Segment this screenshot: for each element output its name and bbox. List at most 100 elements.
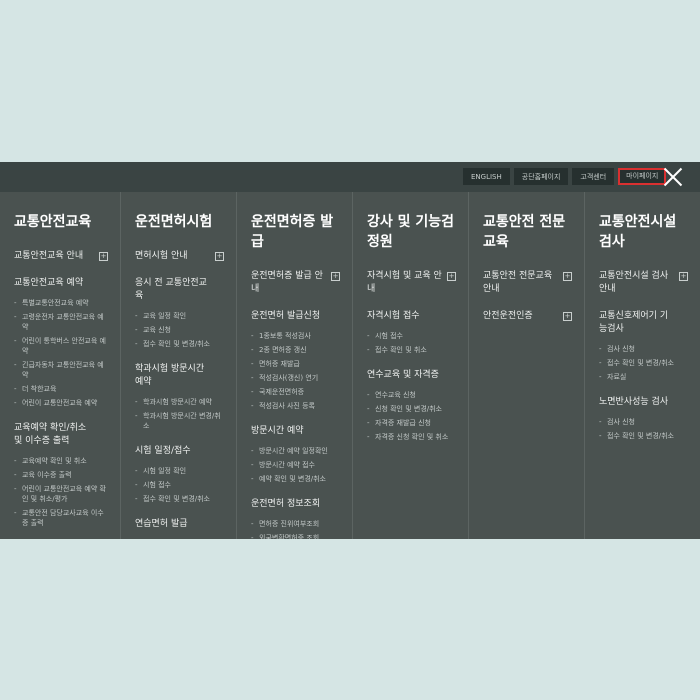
menu-section[interactable]: 자격시험 및 교육 안내 +: [367, 270, 458, 296]
menu-item[interactable]: 자격증 재발급 신청: [367, 418, 458, 428]
menu-item-list: 교육예약 확인 및 취소교육 이수증 출력어린이 교통안전교육 예약 확인 및 …: [14, 456, 110, 528]
menu-section[interactable]: 안전운전인증 +: [483, 310, 574, 323]
menu-section[interactable]: 운전면허 정보조회: [251, 498, 342, 511]
menu-item[interactable]: 접수 확인 및 변경/취소: [599, 358, 690, 368]
homepage-button[interactable]: 공단홈페이지: [513, 168, 569, 185]
menu-column-3: 운전면허증 발급운전면허증 발급 안내 + 운전면허 발급신청 1종보통 적성검사 2종…: [236, 192, 352, 539]
menu-section[interactable]: 학과시험 방문시간 예약: [135, 363, 226, 389]
column-title[interactable]: 교통안전교육: [14, 212, 110, 232]
menu-item[interactable]: 긴급자동차 교통안전교육 예약: [14, 360, 110, 380]
menu-section[interactable]: 연습면허 발급: [135, 518, 226, 531]
menu-column-5: 교통안전 전문교육교통안전 전문교육 안내 + 안전운전인증 +: [468, 192, 584, 539]
menu-item-list: 연수교육 신청신청 확인 및 변경/취소자격증 재발급 신청자격증 신청 확인 …: [367, 390, 458, 442]
close-icon[interactable]: [663, 167, 683, 187]
column-title[interactable]: 운전면허시험: [135, 212, 226, 232]
menu-section[interactable]: 노면반사성능 검사: [599, 396, 690, 409]
menu-item[interactable]: 시험 일정 확인: [135, 466, 226, 476]
menu-section-label: 면허시험 안내: [135, 251, 188, 261]
plus-icon[interactable]: +: [563, 272, 572, 281]
menu-item-list: 검사 신청접수 확인 및 변경/취소: [599, 417, 690, 441]
menu-section[interactable]: 교육예약 확인/취소 및 이수증 출력: [14, 422, 110, 448]
plus-icon[interactable]: +: [215, 252, 224, 261]
menu-section-label: 연습면허 발급: [135, 519, 188, 529]
menu-section-label: 교통안전 전문교육 안내: [483, 271, 553, 294]
menu-section-label: 시험 일정/접수: [135, 446, 191, 456]
menu-section-label: 자격시험 및 교육 안내: [367, 271, 442, 294]
menu-item[interactable]: 더 착한교육: [14, 384, 110, 394]
menu-item[interactable]: 고령운전자 교통안전교육 예약: [14, 312, 110, 332]
menu-section[interactable]: 연수교육 및 자격증: [367, 369, 458, 382]
menu-item-list: 시험 일정 확인시험 접수접수 확인 및 변경/취소: [135, 466, 226, 504]
menu-section-label: 운전면허 정보조회: [251, 499, 321, 509]
menu-item[interactable]: 예약 확인 및 변경/취소: [251, 474, 342, 484]
mypage-button[interactable]: 마이페이지: [618, 168, 667, 185]
menu-item[interactable]: 어린이 교통안전교육 예약 확인 및 취소/평가: [14, 484, 110, 504]
menu-section[interactable]: 교통안전 전문교육 안내 +: [483, 270, 574, 296]
menu-item[interactable]: 1종보통 적성검사: [251, 331, 342, 341]
menu-section-label: 교통신호제어기 기능검사: [599, 311, 669, 334]
menu-section-label: 운전면허증 발급 안내: [251, 271, 323, 294]
menu-item[interactable]: 교육 이수증 출력: [14, 470, 110, 480]
menu-item[interactable]: 교육 일정 확인: [135, 311, 226, 321]
menu-item-list: 시험 접수접수 확인 및 취소: [367, 331, 458, 355]
english-button[interactable]: ENGLISH: [463, 168, 510, 185]
plus-icon[interactable]: +: [447, 272, 456, 281]
column-title[interactable]: 강사 및 기능검정원: [367, 212, 458, 252]
menu-item[interactable]: 교육예약 확인 및 취소: [14, 456, 110, 466]
menu-section[interactable]: 교통안전시설 검사 안내 +: [599, 270, 690, 296]
menu-section-label: 교통안전교육 예약: [14, 278, 84, 288]
plus-icon[interactable]: +: [331, 272, 340, 281]
menu-section-label: 교통안전시설 검사 안내: [599, 271, 669, 294]
menu-item[interactable]: 어린이 통학버스 안전교육 예약: [14, 336, 110, 356]
menu-item[interactable]: 연수교육 신청: [367, 390, 458, 400]
menu-item[interactable]: 시험 접수: [135, 480, 226, 490]
menu-item[interactable]: 적성검사(갱신) 연기: [251, 373, 342, 383]
menu-section[interactable]: 방문시간 예약: [251, 425, 342, 438]
menu-section[interactable]: 운전면허증 발급 안내 +: [251, 270, 342, 296]
menu-column-4: 강사 및 기능검정원자격시험 및 교육 안내 + 자격시험 접수시험 접수접수 확인…: [352, 192, 468, 539]
menu-section-label: 노면반사성능 검사: [599, 397, 669, 407]
menu-item[interactable]: 2종 면허증 갱신: [251, 345, 342, 355]
menu-item[interactable]: 검사 신청: [599, 344, 690, 354]
plus-icon[interactable]: +: [563, 312, 572, 321]
column-title[interactable]: 운전면허증 발급: [251, 212, 342, 252]
menu-item-list: 면허증 진위여부조회외국변환면허증 조회: [251, 519, 342, 539]
menu-item[interactable]: 교육 신청: [135, 325, 226, 335]
menu-item[interactable]: 시험 접수: [367, 331, 458, 341]
menu-item[interactable]: 어린이 교통안전교육 예약: [14, 398, 110, 408]
menu-section[interactable]: 시험 일정/접수: [135, 445, 226, 458]
menu-item[interactable]: 학과시험 방문시간 변경/취소: [135, 411, 226, 431]
menu-item[interactable]: 면허증 재발급: [251, 359, 342, 369]
menu-column-6: 교통안전시설 검사교통안전시설 검사 안내+교통신호제어기 기능검사검사 신청접…: [584, 192, 700, 539]
column-title[interactable]: 교통안전시설 검사: [599, 212, 690, 252]
menu-section[interactable]: 교통안전교육 안내 +: [14, 250, 110, 263]
menu-item[interactable]: 신청 확인 및 변경/취소: [367, 404, 458, 414]
menu-item[interactable]: 국제운전면허증: [251, 387, 342, 397]
menu-section-label: 안전운전인증: [483, 311, 533, 321]
menu-item[interactable]: 자료실: [599, 372, 690, 382]
menu-section[interactable]: 면허시험 안내 +: [135, 250, 226, 263]
column-title[interactable]: 교통안전 전문교육: [483, 212, 574, 252]
menu-item[interactable]: 접수 확인 및 변경/취소: [135, 494, 226, 504]
menu-item[interactable]: 교통안전 담당교사교육 이수증 출력: [14, 508, 110, 528]
menu-section[interactable]: 응시 전 교통안전교육: [135, 277, 226, 303]
customer-center-button[interactable]: 고객센터: [572, 168, 615, 185]
menu-section[interactable]: 운전면허 발급신청: [251, 310, 342, 323]
plus-icon[interactable]: +: [99, 252, 108, 261]
menu-item[interactable]: 방문시간 예약 일정확인: [251, 446, 342, 456]
menu-item[interactable]: 접수 확인 및 취소: [367, 345, 458, 355]
menu-item[interactable]: 자격증 신청 확인 및 취소: [367, 432, 458, 442]
menu-item[interactable]: 특별교통안전교육 예약: [14, 298, 110, 308]
menu-item[interactable]: 적성검사 사진 등록: [251, 401, 342, 411]
menu-section-label: 운전면허 발급신청: [251, 311, 321, 321]
plus-icon[interactable]: +: [679, 272, 688, 281]
menu-item[interactable]: 검사 신청: [599, 417, 690, 427]
menu-section[interactable]: 교통안전교육 예약: [14, 277, 110, 290]
menu-item[interactable]: 접수 확인 및 변경/취소: [135, 339, 226, 349]
menu-item[interactable]: 학과시험 방문시간 예약: [135, 397, 226, 407]
menu-item[interactable]: 면허증 진위여부조회: [251, 519, 342, 529]
menu-section[interactable]: 자격시험 접수: [367, 310, 458, 323]
menu-item[interactable]: 접수 확인 및 변경/취소: [599, 431, 690, 441]
menu-item[interactable]: 방문시간 예약 접수: [251, 460, 342, 470]
menu-section[interactable]: 교통신호제어기 기능검사: [599, 310, 690, 336]
